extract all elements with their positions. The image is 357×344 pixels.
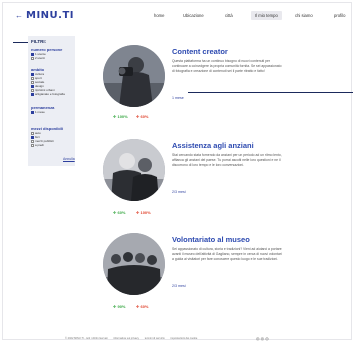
terms-link[interactable]: termini di servizio xyxy=(145,337,165,340)
filters-title: FILTRI: xyxy=(31,39,47,44)
filter-option[interactable]: artigianato e fotografia xyxy=(31,92,65,96)
opportunity-card[interactable]: Content creator Questa piattaforma ha un… xyxy=(103,45,353,135)
nav-citta[interactable]: città xyxy=(225,13,233,18)
arrow-left-icon[interactable]: ← xyxy=(15,12,23,20)
nav-profilo[interactable]: profilo xyxy=(334,13,345,18)
cookie-settings-link[interactable]: impostazioni dei cookie xyxy=(170,337,197,340)
checkbox[interactable] xyxy=(31,92,34,96)
checkbox[interactable] xyxy=(31,143,34,147)
card-duration: 1 mese xyxy=(172,96,184,100)
card-description: Sei appassionato di cultura, storia e tr… xyxy=(172,247,282,261)
footer: © 2022 MINU.TI - tutti i diritti riserva… xyxy=(65,337,202,340)
opportunity-card[interactable]: Volontariato al museo Sei appassionato d… xyxy=(103,233,353,323)
top-navigation: ← MINU.TI home Ubicazione città Il mio t… xyxy=(3,3,353,31)
reset-filters-link[interactable]: Annulla xyxy=(63,157,75,161)
nav-ubicazione[interactable]: Ubicazione xyxy=(183,13,204,18)
score-green: ✈ 60% xyxy=(113,210,126,215)
opportunity-card[interactable]: Assistenza agli anziani Stai cercando st… xyxy=(103,139,353,229)
card-duration: 2/3 mesi xyxy=(172,190,186,194)
filter-option[interactable]: 2 utenti xyxy=(31,56,45,60)
score-red: ✈ 100% xyxy=(136,210,151,215)
card-title[interactable]: Assistenza agli anziani xyxy=(172,141,254,150)
card-title[interactable]: Volontariato al museo xyxy=(172,235,250,244)
social-icons[interactable]: ◎ ◎ ◎ xyxy=(256,336,269,341)
card-duration: 2/3 mesi xyxy=(172,284,186,288)
card-title[interactable]: Content creator xyxy=(172,47,228,56)
page: ← MINU.TI home Ubicazione città Il mio t… xyxy=(2,2,353,341)
nav-il-mio-tempo[interactable]: Il mio tempo xyxy=(251,11,282,20)
filter-option[interactable]: 1 mese xyxy=(31,110,45,114)
nav-chi-siamo[interactable]: chi siamo xyxy=(295,13,313,18)
card-description: Questa piattaforma ha un continuo bisogn… xyxy=(172,59,282,73)
filters-panel: FILTRI: numero persone 1 utente 2 utenti… xyxy=(28,36,75,166)
card-photo xyxy=(103,45,165,107)
filter-option[interactable]: a piedi xyxy=(31,143,44,147)
copyright: © 2022 MINU.TI - tutti i diritti riserva… xyxy=(65,337,108,340)
score-green: ✈ 90% xyxy=(113,304,126,309)
card-photo xyxy=(103,233,165,295)
score-green: ✈ 100% xyxy=(113,114,128,119)
checkbox[interactable] xyxy=(31,56,34,60)
card-photo xyxy=(103,139,165,201)
score-red: ✈ 60% xyxy=(136,114,149,119)
score-red: ✈ 60% xyxy=(136,304,149,309)
nav-home[interactable]: home xyxy=(154,13,164,18)
logo[interactable]: MINU.TI xyxy=(26,10,74,21)
card-description: Stai cercando stata fornendo da anziani … xyxy=(172,153,282,167)
privacy-link[interactable]: informativa sui privacy xyxy=(113,337,139,340)
checkbox[interactable] xyxy=(31,110,34,114)
